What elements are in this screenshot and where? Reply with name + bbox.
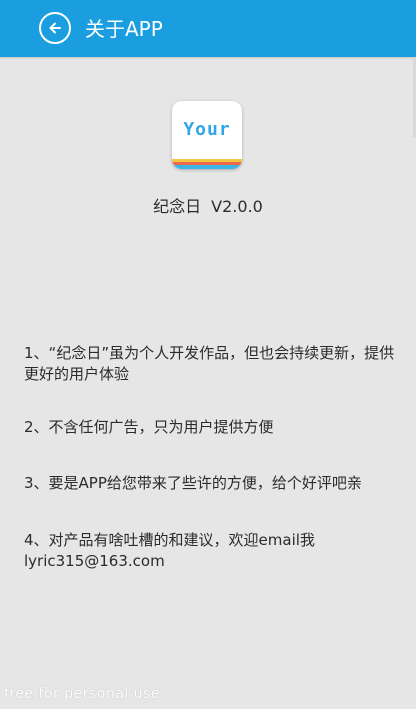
app-logo-text: Your <box>183 119 231 140</box>
back-button[interactable] <box>39 12 71 44</box>
info-item-1: 1、“纪念日”虽为个人开发作品，但也会持续更新，提供更好的用户体验 <box>24 344 395 383</box>
app-name-version: 纪念日 V2.0.0 <box>0 196 416 218</box>
watermark: free for personal use <box>4 686 160 702</box>
info-item-4: 4、对产品有啥吐槽的和建议，欢迎email我lyric315@163.com <box>24 531 315 570</box>
info-item-2: 2、不含任何广告，只为用户提供方便 <box>24 418 274 436</box>
info-item-3: 3、要是APP给您带来了些许的方便，给个好评吧亲 <box>24 474 362 492</box>
page-title: 关于APP <box>85 17 163 41</box>
app-logo-icon: Your <box>172 101 242 171</box>
app-name: 纪念日 <box>153 197 202 216</box>
app-bar: 关于APP <box>0 0 416 57</box>
app-version: V2.0.0 <box>211 197 263 216</box>
arrow-left-icon <box>49 22 61 34</box>
